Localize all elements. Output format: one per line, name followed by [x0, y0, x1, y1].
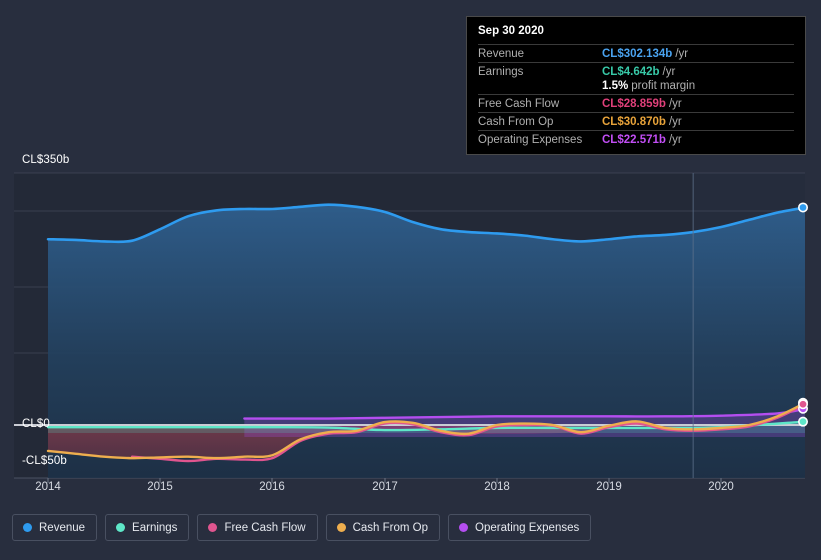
x-axis-label-2016: 2016 — [259, 481, 285, 493]
chart-page: CL$350b CL$0 -CL$50b 2014 2015 2016 2017 2018 2… — [0, 0, 821, 560]
legend-item-label: Earnings — [132, 521, 178, 534]
tooltip-row-suffix: /yr — [668, 98, 682, 110]
x-axis-label-2019: 2019 — [596, 481, 622, 493]
earnings-color-dot-icon — [116, 523, 126, 532]
tooltip-row-label: Operating Expenses — [478, 134, 583, 146]
tooltip-row-label: Earnings — [478, 66, 524, 78]
tooltip-row-suffix: /yr — [668, 116, 682, 128]
chart-legend: Revenue Earnings Free Cash Flow Cash From O… — [12, 514, 592, 541]
tooltip-rows: Revenue CL$302.134b/yr Earnings CL$4.642b/y… — [478, 44, 794, 148]
legend-item-earnings[interactable]: Earnings — [105, 514, 190, 541]
tooltip-row: Revenue CL$302.134b/yr — [478, 44, 794, 62]
x-axis-label-2015: 2015 — [147, 481, 173, 493]
tooltip-row-suffix: /yr — [662, 66, 676, 78]
legend-item-free-cash-flow[interactable]: Free Cash Flow — [197, 514, 318, 541]
y-axis-label-0: CL$350b — [22, 154, 70, 166]
tooltip-row: Earnings CL$4.642b/yr — [478, 62, 794, 80]
free-cash-flow-color-dot-icon — [208, 523, 218, 532]
cash-from-op-color-dot-icon — [336, 523, 346, 532]
tooltip-row: 1.5% profit margin — [478, 80, 794, 94]
data-tooltip: Sep 30 2020 Revenue CL$302.134b/yr Earning… — [466, 16, 806, 155]
legend-item-operating-expenses[interactable]: Operating Expenses — [448, 514, 592, 541]
legend-item-cash-from-op[interactable]: Cash From Op — [325, 514, 441, 541]
x-axis-label-2014: 2014 — [35, 481, 61, 493]
legend-item-label: Cash From Op — [352, 521, 429, 534]
tooltip-row-suffix: /yr — [668, 134, 682, 146]
x-axis-label-2017: 2017 — [372, 481, 398, 493]
y-axis-label-1: CL$0 — [22, 418, 50, 430]
tooltip-row-label: Revenue — [478, 48, 525, 60]
tooltip-row-label: Cash From Op — [478, 116, 554, 128]
y-axis-label-2: -CL$50b — [22, 455, 67, 467]
legend-item-label: Revenue — [39, 521, 86, 534]
earnings-end-marker — [797, 416, 808, 427]
revenue-color-dot-icon — [23, 523, 32, 532]
tooltip-row-value: CL$302.134b — [602, 48, 673, 60]
legend-item-label: Operating Expenses — [475, 521, 580, 534]
operating-expenses-color-dot-icon — [459, 523, 469, 532]
legend-item-revenue[interactable]: Revenue — [12, 514, 98, 541]
x-axis-label-2018: 2018 — [484, 481, 510, 493]
tooltip-date: Sep 30 2020 — [478, 25, 544, 37]
tooltip-row-suffix: /yr — [675, 48, 689, 60]
x-axis-label-2020: 2020 — [708, 481, 734, 493]
tooltip-row: Free Cash Flow CL$28.859b/yr — [478, 94, 794, 112]
tooltip-row: Cash From Op CL$30.870b/yr — [478, 112, 794, 130]
tooltip-row: Operating Expenses CL$22.571b/yr — [478, 130, 794, 148]
tooltip-row-value: CL$22.571b — [602, 134, 666, 146]
tooltip-row-value: CL$4.642b — [602, 66, 660, 78]
tooltip-row-suffix: profit margin — [631, 80, 696, 92]
tooltip-row-value: CL$28.859b — [602, 98, 666, 110]
tooltip-row-value: CL$30.870b — [602, 116, 666, 128]
revenue-end-marker — [797, 202, 808, 213]
tooltip-row-value: 1.5% — [602, 80, 629, 92]
tooltip-row-label: Free Cash Flow — [478, 98, 560, 110]
legend-item-label: Free Cash Flow — [224, 521, 306, 534]
free-cash-flow-end-marker — [797, 399, 808, 410]
